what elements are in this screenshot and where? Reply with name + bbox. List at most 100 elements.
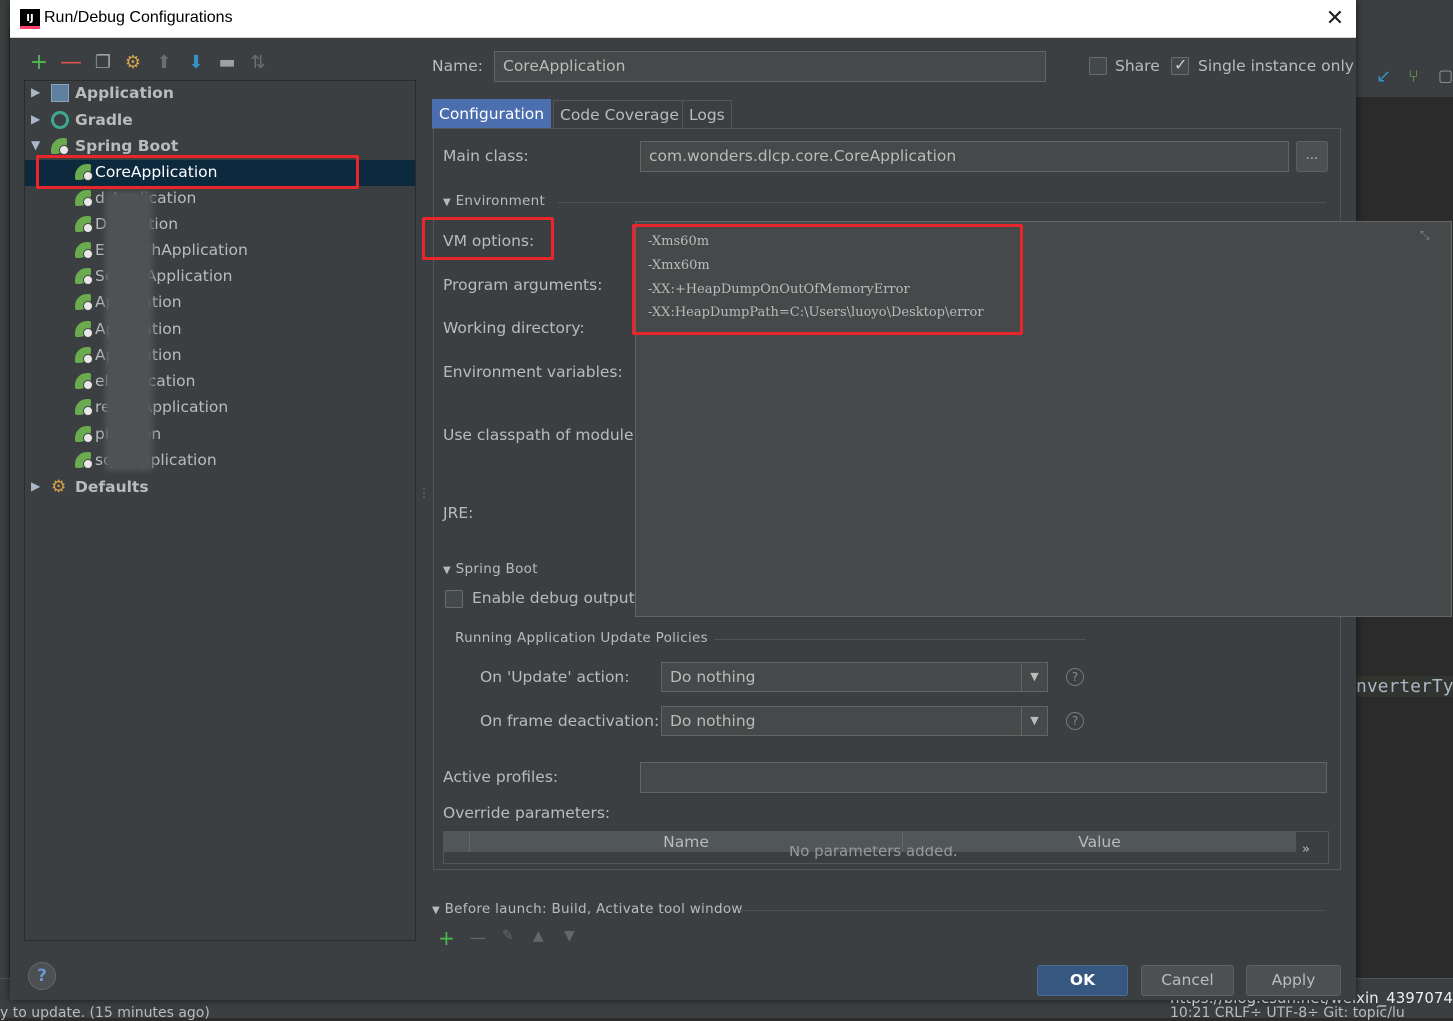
section-label: Environment: [455, 193, 546, 209]
move-task-down-icon[interactable]: ▼: [564, 928, 575, 944]
collapse-arrow-icon[interactable]: ▼: [31, 138, 40, 152]
section-label: Before launch: Build, Activate tool wind…: [444, 901, 743, 917]
move-down-icon[interactable]: ⬇: [185, 52, 207, 74]
debug-output-checkbox[interactable]: [445, 590, 463, 608]
on-update-select[interactable]: Do nothing ▼: [661, 662, 1048, 692]
name-field[interactable]: CoreApplication: [494, 51, 1046, 82]
expand-table-icon[interactable]: »: [1302, 842, 1310, 857]
tree-item[interactable]: reSQLApplication: [25, 395, 415, 421]
main-class-field[interactable]: com.wonders.dlcp.core.CoreApplication: [640, 141, 1289, 172]
tree-item[interactable]: D plication: [25, 212, 415, 238]
move-up-icon[interactable]: ⬆: [153, 52, 175, 74]
apply-button[interactable]: Apply: [1246, 965, 1341, 996]
chevron-down-icon: ▼: [1021, 707, 1047, 735]
sort-icon[interactable]: ⇅: [247, 52, 269, 74]
tree-item[interactable]: Application: [25, 290, 415, 316]
tree-item[interactable]: E searchApplication: [25, 238, 415, 264]
select-value: Do nothing: [670, 712, 756, 730]
tree-label: Defaults: [75, 478, 149, 496]
tree-item[interactable]: d Application: [25, 186, 415, 212]
on-frame-deactivation-select[interactable]: Do nothing ▼: [661, 706, 1048, 736]
tree-item[interactable]: Application: [25, 343, 415, 369]
spring-boot-app-icon: [75, 451, 93, 469]
tree-node-application[interactable]: ▶ Application: [25, 81, 415, 107]
tree-item[interactable]: sq QApplication: [25, 448, 415, 474]
ide-left-toolstrip: [0, 28, 10, 978]
dialog-titlebar[interactable]: IJ Run/Debug Configurations ✕: [10, 0, 1356, 38]
tree-item[interactable]: Application: [25, 317, 415, 343]
highlight-vm-options-label: [422, 217, 554, 260]
ok-button[interactable]: OK: [1037, 965, 1128, 996]
ide-right-toolbar: ↙ ⑂ ▢: [1356, 28, 1453, 98]
expand-arrow-icon[interactable]: ▶: [31, 479, 40, 493]
gradle-icon: [51, 111, 69, 129]
tree-label: Spring Boot: [75, 137, 179, 155]
classpath-module-label: Use classpath of module:: [443, 426, 639, 444]
highlight-core-application: [36, 155, 359, 189]
spring-boot-app-icon: [75, 189, 93, 207]
spring-boot-icon: [51, 137, 69, 155]
override-parameters-table: Name Value No parameters added. »: [443, 831, 1329, 864]
active-profiles-field[interactable]: [640, 762, 1327, 793]
expand-arrow-icon[interactable]: ▶: [31, 112, 40, 126]
cancel-button[interactable]: Cancel: [1141, 965, 1234, 996]
name-label: Name:: [432, 57, 483, 75]
working-directory-label: Working directory:: [443, 319, 585, 337]
environment-section-title[interactable]: ▼ Environment: [443, 193, 545, 209]
tree-item[interactable]: ServerApplication: [25, 264, 415, 290]
override-parameters-label: Override parameters:: [443, 804, 611, 822]
spring-boot-app-icon: [75, 372, 93, 390]
single-instance-label: Single instance only: [1198, 57, 1354, 75]
spring-boot-section-title[interactable]: ▼ Spring Boot: [443, 561, 538, 577]
expand-arrow-icon[interactable]: ▶: [31, 85, 40, 99]
add-task-icon[interactable]: +: [438, 926, 455, 950]
remove-icon[interactable]: —: [60, 52, 82, 74]
history-icon[interactable]: ▢: [1438, 66, 1453, 85]
dialog-title: Run/Debug Configurations: [44, 9, 233, 26]
help-button[interactable]: ?: [28, 962, 56, 990]
help-icon[interactable]: ?: [1066, 712, 1084, 730]
tab-code-coverage[interactable]: Code Coverage: [553, 100, 686, 128]
divider: [714, 639, 1086, 640]
defaults-icon: ⚙: [51, 477, 67, 497]
folder-icon[interactable]: ▬: [216, 52, 238, 74]
share-checkbox[interactable]: [1089, 57, 1107, 75]
application-icon: [51, 84, 69, 102]
browse-main-class-button[interactable]: ...: [1296, 141, 1328, 172]
table-empty-text: No parameters added.: [789, 846, 958, 860]
vcs-commit-icon[interactable]: ⑂: [1408, 66, 1419, 87]
column-header-value[interactable]: Value: [903, 832, 1296, 852]
add-icon[interactable]: +: [28, 52, 50, 74]
tree-label: Application: [75, 84, 174, 102]
spring-boot-app-icon: [75, 267, 93, 285]
tree-item[interactable]: plication: [25, 422, 415, 448]
edit-task-icon[interactable]: ✎: [502, 928, 514, 944]
intellij-logo-icon: IJ: [20, 9, 40, 29]
remove-task-icon[interactable]: —: [470, 928, 486, 947]
debug-output-label: Enable debug output: [472, 589, 635, 607]
before-launch-section-title[interactable]: ▼ Before launch: Build, Activate tool wi…: [432, 901, 743, 917]
divider: [558, 202, 1326, 203]
configuration-tree: ▶ Application ▶ Gradle ▼ Spring Boot Cor…: [24, 80, 416, 941]
collapse-editor-icon[interactable]: ⤡: [1420, 228, 1430, 243]
spring-boot-app-icon: [75, 320, 93, 338]
spring-boot-app-icon: [75, 215, 93, 233]
vcs-update-icon[interactable]: ↙: [1376, 66, 1391, 87]
edit-defaults-icon[interactable]: ⚙: [122, 52, 144, 74]
tree-label: Gradle: [75, 111, 133, 129]
copy-icon[interactable]: ❐: [92, 52, 114, 74]
tab-configuration[interactable]: Configuration: [432, 99, 552, 129]
help-icon[interactable]: ?: [1066, 668, 1084, 686]
close-icon[interactable]: ✕: [1322, 6, 1348, 32]
tab-logs[interactable]: Logs: [682, 100, 732, 128]
splitter-handle-icon[interactable]: ⋮: [418, 486, 430, 500]
share-label: Share: [1115, 57, 1160, 75]
on-frame-deactivation-label: On frame deactivation:: [480, 712, 660, 730]
program-arguments-label: Program arguments:: [443, 276, 603, 294]
tree-item[interactable]: elApplication: [25, 369, 415, 395]
move-task-up-icon[interactable]: ▲: [533, 928, 544, 944]
single-instance-checkbox[interactable]: [1171, 55, 1189, 75]
tree-node-gradle[interactable]: ▶ Gradle: [25, 108, 415, 134]
divider: [739, 910, 1325, 911]
tree-node-defaults[interactable]: ▶ ⚙ Defaults: [25, 475, 415, 501]
